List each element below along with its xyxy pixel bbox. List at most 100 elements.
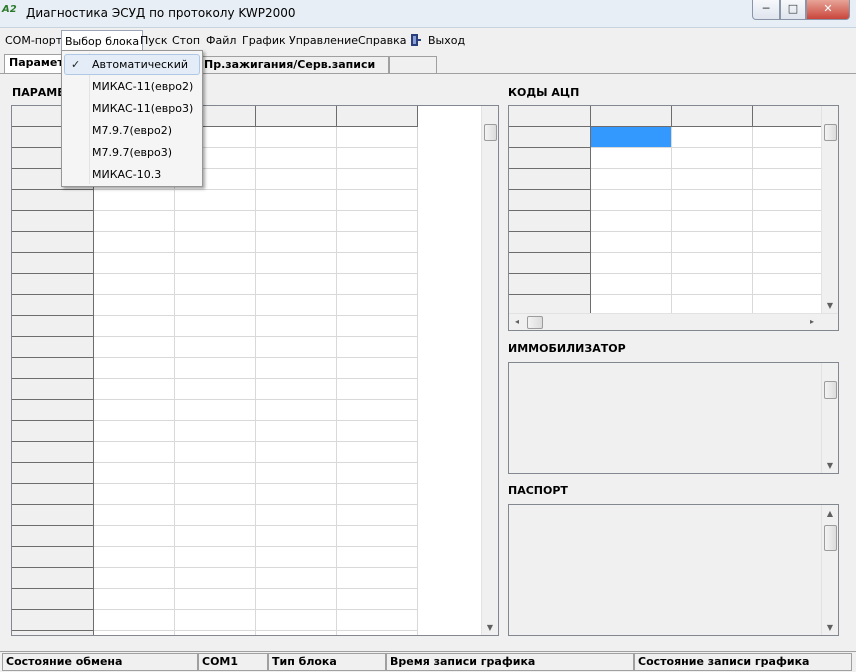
- dropdown-item[interactable]: МИКАС-11(евро2): [64, 76, 200, 97]
- exit-door-icon[interactable]: [410, 33, 424, 49]
- grid-cell[interactable]: [256, 295, 337, 316]
- grid-header-cell[interactable]: [12, 421, 94, 442]
- grid-cell[interactable]: [337, 295, 418, 316]
- menu-help[interactable]: Справка: [358, 33, 406, 49]
- grid-cell[interactable]: [256, 547, 337, 568]
- grid-cell[interactable]: [94, 295, 175, 316]
- menu-start[interactable]: Пуск: [140, 33, 167, 49]
- grid-cell[interactable]: [256, 127, 337, 148]
- grid-cell[interactable]: [175, 253, 256, 274]
- grid-cell[interactable]: [256, 589, 337, 610]
- grid-cell[interactable]: [337, 253, 418, 274]
- grid-header-cell[interactable]: [12, 295, 94, 316]
- scroll-down-arrow[interactable]: ▼: [822, 299, 838, 313]
- grid-cell[interactable]: [256, 379, 337, 400]
- grid-header-cell[interactable]: [12, 190, 94, 211]
- grid-cell[interactable]: [175, 337, 256, 358]
- scroll-left-arrow[interactable]: ◂: [509, 315, 525, 329]
- scroll-thumb[interactable]: [824, 124, 837, 141]
- grid-header-cell[interactable]: [509, 148, 591, 169]
- grid-cell[interactable]: [672, 211, 753, 232]
- grid-cell[interactable]: [672, 274, 753, 295]
- grid-cell[interactable]: [175, 421, 256, 442]
- horizontal-scrollbar[interactable]: ◂ ▸: [509, 313, 838, 330]
- menu-control[interactable]: Управление: [289, 33, 358, 49]
- grid-cell[interactable]: [256, 526, 337, 547]
- grid-cell[interactable]: [94, 631, 175, 635]
- grid-cell[interactable]: [256, 442, 337, 463]
- grid-cell[interactable]: [591, 232, 672, 253]
- dropdown-item[interactable]: Автоматический ✓: [64, 54, 200, 75]
- grid-cell[interactable]: [94, 400, 175, 421]
- grid-cell[interactable]: [591, 169, 672, 190]
- menu-stop[interactable]: Стоп: [172, 33, 200, 49]
- maximize-button[interactable]: □: [780, 0, 806, 20]
- grid-cell[interactable]: [337, 127, 418, 148]
- dropdown-item[interactable]: М7.9.7(евро3): [64, 142, 200, 163]
- grid-cell[interactable]: [175, 631, 256, 635]
- grid-cell[interactable]: [94, 232, 175, 253]
- grid-cell[interactable]: [94, 526, 175, 547]
- grid-header-cell[interactable]: [12, 568, 94, 589]
- grid-cell[interactable]: [256, 211, 337, 232]
- tab-ignition-service[interactable]: Пр.зажигания/Серв.записи: [199, 56, 389, 74]
- grid-cell[interactable]: [175, 526, 256, 547]
- adc-codes-grid[interactable]: ▼ ◂ ▸: [508, 105, 839, 331]
- grid-cell[interactable]: [672, 190, 753, 211]
- grid-cell[interactable]: [591, 127, 672, 148]
- tab-extra[interactable]: [389, 56, 437, 74]
- grid-cell[interactable]: [175, 505, 256, 526]
- grid-cell[interactable]: [337, 400, 418, 421]
- grid-header-cell[interactable]: [509, 169, 591, 190]
- grid-cell[interactable]: [672, 148, 753, 169]
- grid-cell[interactable]: [337, 589, 418, 610]
- grid-cell[interactable]: [337, 148, 418, 169]
- grid-cell[interactable]: [256, 337, 337, 358]
- grid-header-cell[interactable]: [256, 106, 337, 127]
- grid-cell[interactable]: [94, 589, 175, 610]
- scroll-down-arrow[interactable]: ▼: [822, 621, 838, 635]
- grid-cell[interactable]: [256, 169, 337, 190]
- scroll-up-arrow[interactable]: ▲: [822, 507, 838, 521]
- grid-cell[interactable]: [175, 358, 256, 379]
- grid-cell[interactable]: [337, 337, 418, 358]
- grid-cell[interactable]: [337, 442, 418, 463]
- grid-cell[interactable]: [337, 316, 418, 337]
- scroll-down-arrow[interactable]: ▼: [482, 621, 498, 635]
- grid-cell[interactable]: [94, 253, 175, 274]
- grid-header-cell[interactable]: [12, 589, 94, 610]
- passport-memo[interactable]: ▲ ▼: [508, 504, 839, 636]
- grid-header-cell[interactable]: [12, 505, 94, 526]
- grid-cell[interactable]: [175, 442, 256, 463]
- grid-cell[interactable]: [175, 400, 256, 421]
- grid-header-cell[interactable]: [509, 253, 591, 274]
- grid-cell[interactable]: [337, 568, 418, 589]
- grid-header-cell[interactable]: [12, 442, 94, 463]
- grid-cell[interactable]: [94, 547, 175, 568]
- immobilizer-scrollbar[interactable]: ▼: [821, 363, 838, 473]
- grid-cell[interactable]: [175, 295, 256, 316]
- grid-cell[interactable]: [256, 358, 337, 379]
- grid-cell[interactable]: [256, 190, 337, 211]
- grid-cell[interactable]: [337, 379, 418, 400]
- dropdown-item[interactable]: МИКАС-10.3: [64, 164, 200, 185]
- grid-cell[interactable]: [672, 253, 753, 274]
- grid-cell[interactable]: [256, 274, 337, 295]
- grid-header-cell[interactable]: [12, 253, 94, 274]
- grid-cell[interactable]: [256, 316, 337, 337]
- scroll-thumb[interactable]: [484, 124, 497, 141]
- grid-header-cell[interactable]: [12, 379, 94, 400]
- grid-header-cell[interactable]: [12, 526, 94, 547]
- grid-header-cell[interactable]: [12, 547, 94, 568]
- grid-cell[interactable]: [175, 379, 256, 400]
- grid-cell[interactable]: [672, 169, 753, 190]
- grid-cell[interactable]: [175, 211, 256, 232]
- grid-cell[interactable]: [175, 232, 256, 253]
- grid-cell[interactable]: [94, 484, 175, 505]
- minimize-button[interactable]: ─: [752, 0, 780, 20]
- grid-header-cell[interactable]: [12, 484, 94, 505]
- grid-cell[interactable]: [337, 610, 418, 631]
- grid-cell[interactable]: [175, 610, 256, 631]
- grid-cell[interactable]: [256, 631, 337, 635]
- grid-cell[interactable]: [256, 253, 337, 274]
